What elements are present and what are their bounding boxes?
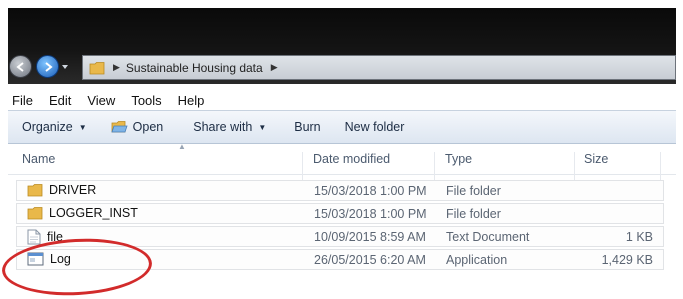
menu-view[interactable]: View bbox=[87, 93, 115, 108]
open-button[interactable]: Open bbox=[111, 120, 164, 134]
menu-edit[interactable]: Edit bbox=[49, 93, 71, 108]
share-with-button[interactable]: Share with ▼ bbox=[193, 120, 266, 134]
sort-indicator-icon: ▲ bbox=[178, 142, 186, 151]
new-folder-label: New folder bbox=[344, 120, 405, 134]
file-name: DRIVER bbox=[49, 183, 97, 197]
file-type: File folder bbox=[446, 184, 501, 198]
forward-arrow-icon bbox=[44, 61, 53, 72]
folder-icon bbox=[89, 61, 105, 74]
chevron-down-icon: ▼ bbox=[258, 122, 267, 132]
burn-label: Burn bbox=[294, 120, 321, 134]
forward-button[interactable] bbox=[36, 55, 59, 78]
open-folder-icon bbox=[111, 121, 128, 133]
column-header-name[interactable]: Name bbox=[22, 152, 55, 166]
share-with-label: Share with bbox=[193, 120, 253, 134]
breadcrumb-sustainable-housing-data[interactable]: Sustainable Housing data bbox=[126, 61, 263, 75]
recent-pages-chevron-down-icon[interactable] bbox=[61, 63, 69, 71]
menu-file[interactable]: File bbox=[12, 93, 33, 108]
breadcrumb-separator-icon[interactable]: ▶ bbox=[271, 62, 278, 73]
column-divider[interactable] bbox=[574, 152, 575, 182]
folder-icon bbox=[27, 184, 43, 197]
file-size: 1,429 KB bbox=[601, 253, 653, 267]
file-type: Text Document bbox=[446, 230, 530, 244]
file-date-modified: 10/09/2015 8:59 AM bbox=[314, 230, 426, 244]
file-date-modified: 15/03/2018 1:00 PM bbox=[314, 207, 427, 221]
back-button[interactable] bbox=[9, 55, 32, 78]
column-divider[interactable] bbox=[434, 152, 435, 182]
file-row-driver[interactable]: DRIVER 15/03/2018 1:00 PM File folder bbox=[16, 180, 664, 201]
column-header-type[interactable]: Type bbox=[445, 152, 472, 166]
breadcrumb-separator-icon[interactable]: ▶ bbox=[113, 62, 120, 73]
window-top-edge bbox=[0, 0, 683, 8]
menu-bar: File Edit View Tools Help bbox=[0, 90, 683, 110]
organize-label: Organize bbox=[22, 120, 73, 134]
burn-button[interactable]: Burn bbox=[294, 120, 320, 134]
file-row-logger-inst[interactable]: LOGGER_INST 15/03/2018 1:00 PM File fold… bbox=[16, 203, 664, 224]
file-date-modified: 26/05/2015 6:20 AM bbox=[314, 253, 426, 267]
column-header-row: ▲ Name Date modified Type Size bbox=[8, 142, 676, 182]
open-label: Open bbox=[132, 120, 164, 134]
menu-tools[interactable]: Tools bbox=[131, 93, 161, 108]
organize-button[interactable]: Organize ▼ bbox=[22, 120, 87, 134]
file-size: 1 KB bbox=[625, 230, 653, 244]
column-header-date-modified[interactable]: Date modified bbox=[313, 152, 390, 166]
column-divider[interactable] bbox=[302, 152, 303, 182]
back-arrow-icon bbox=[15, 61, 24, 72]
address-bar[interactable]: ▶ Sustainable Housing data ▶ bbox=[82, 55, 676, 80]
new-folder-button[interactable]: New folder bbox=[345, 120, 405, 134]
text-document-icon bbox=[27, 229, 41, 245]
menu-help[interactable]: Help bbox=[178, 93, 205, 108]
command-bar: Organize ▼ Open Share with ▼ Burn New fo… bbox=[8, 110, 676, 144]
chevron-down-icon: ▼ bbox=[78, 122, 87, 132]
file-date-modified: 15/03/2018 1:00 PM bbox=[314, 184, 427, 198]
folder-icon bbox=[27, 207, 43, 220]
file-name: LOGGER_INST bbox=[49, 206, 138, 220]
file-type: File folder bbox=[446, 207, 501, 221]
column-header-size[interactable]: Size bbox=[584, 152, 608, 166]
file-type: Application bbox=[446, 253, 508, 267]
column-divider[interactable] bbox=[660, 152, 661, 182]
